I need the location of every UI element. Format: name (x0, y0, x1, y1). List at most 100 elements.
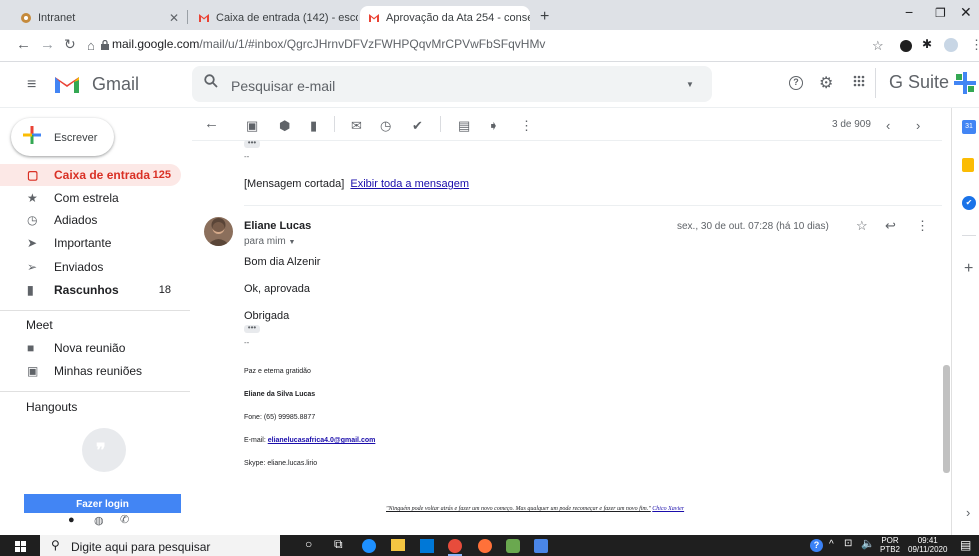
network-icon[interactable]: ⊡ (844, 538, 852, 549)
move-to-folder-icon[interactable]: ▤ (458, 118, 470, 134)
extension-icon[interactable] (900, 40, 912, 52)
mark-unread-icon[interactable]: ✉ (351, 118, 362, 134)
language-indicator[interactable]: POR PTB2 (880, 536, 900, 554)
firefox-icon[interactable] (478, 539, 492, 553)
show-full-message-link[interactable]: Exibir toda a mensagem (350, 178, 469, 190)
older-chevron-icon[interactable]: › (916, 118, 920, 133)
chrome-icon[interactable] (448, 539, 462, 553)
label-tag-icon[interactable]: ➧ (488, 118, 499, 134)
sidebar-item-drafts[interactable]: ▮ Rascunhos 18 (0, 279, 181, 301)
help-icon[interactable]: ? (789, 76, 803, 90)
browser-tab-active[interactable]: Aprovação da Ata 254 - conselh ✕ (360, 6, 530, 30)
edge-browser-icon[interactable] (362, 539, 376, 553)
taskbar-search-input[interactable]: Digite aqui para pesquisar (71, 540, 210, 554)
browser-menu-icon[interactable]: ⋮ (970, 37, 979, 53)
document-app-icon[interactable] (534, 539, 548, 553)
extensions-puzzle-icon[interactable]: ✱ (922, 37, 932, 51)
keep-app-icon[interactable] (962, 158, 974, 172)
delete-icon[interactable]: ▮ (310, 118, 317, 134)
signature-quote: "Ninguém pode voltar atrás e fazer um no… (386, 506, 684, 512)
archive-icon[interactable]: ▣ (246, 118, 258, 134)
new-meeting-button[interactable]: ■ Nova reunião (0, 337, 181, 359)
search-input[interactable]: Pesquisar e-mail (231, 78, 335, 94)
hangouts-login-button[interactable]: Fazer login (24, 494, 181, 513)
sender-avatar[interactable] (204, 217, 233, 246)
minimize-icon[interactable]: − (905, 4, 913, 20)
main-menu-icon[interactable]: ≡ (27, 76, 36, 94)
browser-tab-inbox[interactable]: Caixa de entrada (142) - escolad ✕ (190, 6, 358, 30)
close-tab-icon[interactable]: ✕ (163, 11, 179, 25)
profile-avatar[interactable] (944, 38, 958, 52)
snooze-clock-icon[interactable]: ◷ (380, 118, 391, 134)
signature-email-link[interactable]: elianelucasafrica4.0@gmail.com (268, 437, 376, 444)
newer-chevron-icon[interactable]: ‹ (886, 118, 890, 133)
gmail-logo-text: Gmail (92, 74, 140, 94)
sidebar-item-snoozed[interactable]: ◷ Adiados (0, 209, 181, 231)
home-icon[interactable]: ⌂ (87, 38, 95, 53)
cortana-icon[interactable]: ○ (305, 537, 312, 551)
add-task-icon[interactable]: ✔ (412, 118, 423, 134)
tab-title: Caixa de entrada (142) - escolad (216, 12, 358, 24)
quote-author-link[interactable]: Chico Xavier (652, 506, 684, 512)
chat-bubble-icon[interactable]: ◍ (94, 514, 104, 527)
browser-tab-intranet[interactable]: Intranet ✕ (12, 6, 187, 30)
sidebar-item-starred[interactable]: ★ Com estrela (0, 187, 181, 209)
back-icon[interactable]: ← (16, 36, 31, 53)
draft-icon: ▮ (27, 283, 34, 297)
tab-title: Aprovação da Ata 254 - conselh (386, 12, 530, 24)
scrollbar-thumb[interactable] (943, 365, 950, 473)
search-options-icon[interactable]: ▼ (686, 80, 694, 89)
recipient-dropdown[interactable]: para mim ▼ (244, 236, 295, 247)
signature-dash: -- (244, 338, 250, 347)
new-tab-button[interactable]: + (540, 8, 549, 26)
url-path: /mail/u/1/#inbox/QgrcJHrnvDFVzFWHPQqvMrC… (199, 37, 546, 51)
reload-icon[interactable]: ↻ (64, 36, 76, 53)
help-tray-icon[interactable]: ? (810, 539, 823, 552)
message-more-icon[interactable]: ⋮ (916, 218, 929, 234)
file-explorer-icon[interactable] (391, 539, 405, 551)
vlc-app-icon[interactable] (506, 539, 520, 553)
header-divider (875, 68, 876, 98)
tray-chevron-up-icon[interactable]: ^ (829, 539, 834, 550)
clock[interactable]: 09:41 09/11/2020 (908, 536, 947, 554)
search-icon[interactable] (204, 74, 218, 91)
more-options-icon[interactable]: ⋮ (520, 118, 533, 134)
star-icon: ★ (27, 191, 38, 205)
back-to-inbox-icon[interactable]: ← (204, 115, 219, 132)
restore-icon[interactable]: ❐ (935, 6, 946, 20)
contacts-person-icon[interactable]: ● (68, 514, 75, 526)
scrollbar-track[interactable] (942, 142, 950, 532)
gmail-favicon-icon (369, 14, 379, 22)
windows-start-icon[interactable] (15, 541, 26, 555)
get-addons-plus-icon[interactable]: + (964, 260, 973, 278)
reply-icon[interactable]: ↩ (885, 218, 896, 234)
store-icon[interactable] (420, 539, 434, 553)
sidebar-item-important[interactable]: ➤ Importante (0, 232, 181, 254)
notifications-icon[interactable]: ▤ (960, 538, 971, 552)
show-trimmed-content-button[interactable]: ••• (244, 139, 260, 148)
url-field[interactable]: mail.google.com/mail/u/1/#inbox/QgrcJHrn… (112, 37, 545, 51)
sidebar-item-inbox[interactable]: ▢ Caixa de entrada 125 (0, 164, 181, 186)
signature-email-row: E-mail: elianelucasafrica4.0@gmail.com (244, 437, 375, 444)
calendar-app-icon[interactable]: 31 (962, 120, 976, 134)
report-spam-icon[interactable]: ⬢ (279, 118, 290, 134)
gmail-logo-icon[interactable] (54, 74, 80, 97)
settings-gear-icon[interactable]: ⚙ (819, 73, 833, 93)
phone-icon[interactable]: ✆ (120, 513, 129, 526)
apps-grid-icon[interactable] (853, 75, 865, 90)
star-message-icon[interactable]: ☆ (856, 218, 868, 234)
show-trimmed-content-button[interactable]: ••• (244, 324, 260, 333)
my-meetings-button[interactable]: ▣ Minhas reuniões (0, 360, 181, 382)
sender-name[interactable]: Eliane Lucas (244, 220, 311, 232)
bookmark-star-icon[interactable]: ☆ (872, 38, 884, 54)
forward-icon[interactable]: → (40, 36, 55, 53)
clipped-message-notice: [Mensagem cortada] Exibir toda a mensage… (244, 178, 469, 190)
show-side-panel-chevron-icon[interactable]: › (966, 505, 970, 520)
close-window-icon[interactable]: ✕ (960, 4, 972, 21)
volume-icon[interactable]: 🔈 (861, 537, 875, 550)
sidebar-item-sent[interactable]: ➢ Enviados (0, 256, 181, 278)
message-line: Obrigada (244, 310, 290, 322)
task-view-icon[interactable]: ⧉ (334, 537, 343, 552)
tasks-app-icon[interactable]: ✔ (962, 196, 976, 210)
organization-logo-icon[interactable] (954, 72, 976, 97)
